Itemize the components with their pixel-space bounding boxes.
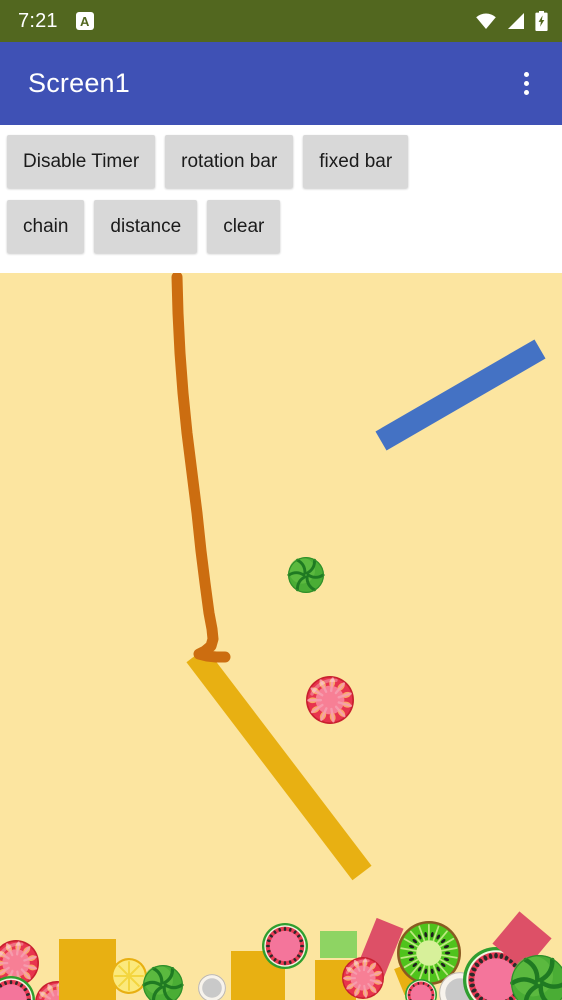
overflow-menu-button[interactable] [512, 66, 540, 102]
distance-button[interactable]: distance [94, 200, 198, 253]
watermelon-whole[interactable] [142, 965, 184, 1000]
control-button-panel: Disable Timer rotation bar fixed bar cha… [0, 125, 562, 273]
grey-ball[interactable] [198, 974, 226, 1000]
button-row-2: chain distance clear [0, 200, 562, 253]
cellular-signal-icon [508, 13, 524, 29]
lemon-slice[interactable] [111, 958, 147, 994]
status-bar: 7:21 A [0, 0, 562, 42]
watermelon-whole[interactable] [287, 557, 325, 594]
watermelon-seed [283, 961, 287, 965]
status-left-icons: A [75, 12, 94, 30]
clear-button[interactable]: clear [207, 200, 281, 253]
app-bar: Screen1 [0, 42, 562, 125]
input-method-a-icon: A [75, 12, 94, 30]
tomato-slice[interactable] [342, 957, 384, 999]
overflow-dot-icon [523, 72, 529, 77]
watermelon-seed [431, 994, 435, 996]
watermelon-seed [407, 994, 411, 996]
battery-charging-icon [535, 11, 548, 31]
status-right-icons [475, 11, 548, 31]
rotation-bar-button[interactable]: rotation bar [165, 135, 294, 188]
watermelon-seed [283, 927, 287, 931]
chain-button[interactable]: chain [7, 200, 85, 253]
watermelon-flesh [474, 958, 518, 1000]
wifi-icon [476, 13, 496, 29]
status-time: 7:21 [18, 10, 58, 32]
button-row-1: Disable Timer rotation bar fixed bar [0, 135, 562, 188]
blue-rotation-bar[interactable] [375, 339, 546, 451]
watermelon-seed [300, 944, 304, 948]
watermelon-seed [468, 978, 475, 982]
kiwi-seed [444, 951, 451, 955]
coconut-core [202, 978, 222, 998]
tomato-slice[interactable] [306, 676, 354, 724]
physics-scene[interactable] [0, 273, 562, 1000]
kiwi-core [416, 940, 442, 966]
green-box-body [320, 931, 357, 958]
yellow-box[interactable] [59, 939, 116, 1000]
disable-timer-button[interactable]: Disable Timer [7, 135, 156, 188]
page-title: Screen1 [28, 68, 130, 98]
watermelon-seed [9, 980, 13, 985]
watermelon-seed [494, 952, 498, 959]
physics-canvas[interactable] [0, 273, 562, 1000]
watermelon-slice[interactable] [262, 923, 308, 969]
fixed-bar-button[interactable]: fixed bar [303, 135, 409, 188]
overflow-dot-icon [523, 90, 529, 95]
watermelon-flesh [269, 930, 301, 962]
chain-rope[interactable] [171, 273, 231, 663]
yellow-box-body [59, 939, 116, 1000]
app-screen: 7:21 A Screen1 Disable Timer rotation ba… [0, 0, 562, 1000]
watermelon-seed [266, 944, 270, 948]
kiwi-seed [407, 951, 414, 955]
blue-rotation-bar-body [375, 339, 546, 451]
overflow-dot-icon [523, 81, 529, 86]
green-box[interactable] [320, 931, 357, 958]
